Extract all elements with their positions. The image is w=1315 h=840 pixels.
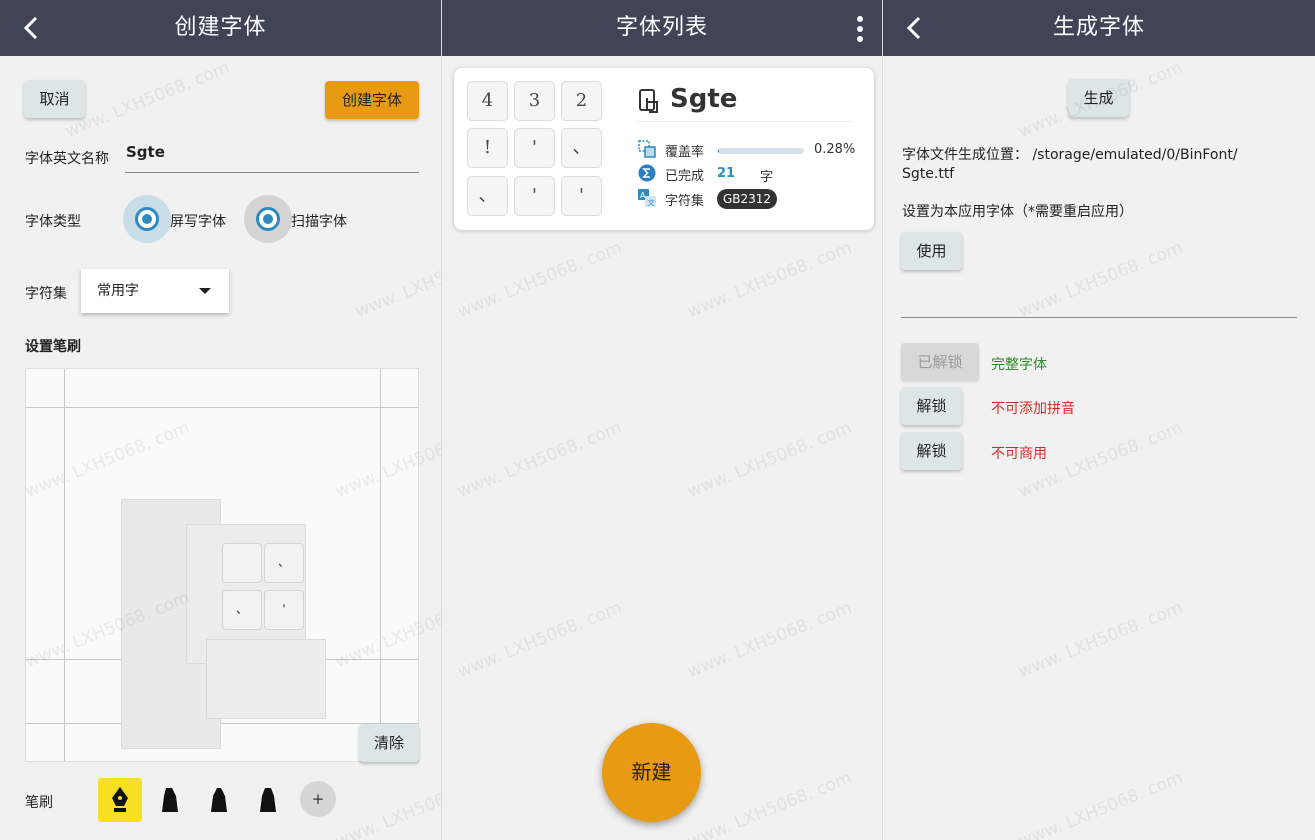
radio-scan[interactable]: [244, 195, 292, 243]
font-card[interactable]: 4 3 2 ! ' 、 、 ' ' Sgte 覆盖率 0.28% 已完成 21 …: [454, 68, 874, 230]
canvas-tile[interactable]: ': [264, 590, 304, 630]
charset-value: 常用字: [97, 283, 139, 299]
drawing-canvas[interactable]: 、 、 ': [25, 368, 419, 762]
output-path-filename: Sgte.ttf: [902, 166, 955, 182]
coverage-value: 0.28%: [814, 142, 856, 157]
charset-label: 字符集: [25, 286, 67, 302]
canvas-tile[interactable]: 、: [222, 590, 262, 630]
glyph-tile: 4: [467, 81, 508, 121]
page-title: 生成字体: [1052, 15, 1145, 40]
app-bar: 生成字体: [883, 0, 1315, 56]
glyph-tile: ': [561, 176, 602, 216]
set-app-font-text: 设置为本应用字体（*需要重启应用）: [902, 204, 1133, 220]
svg-text:文: 文: [648, 198, 655, 207]
font-name-label: 字体英文名称: [25, 151, 109, 167]
section-divider: [901, 317, 1297, 318]
radio-selected-icon: [135, 207, 159, 231]
coverage-label: 覆盖率: [665, 145, 705, 160]
use-font-button[interactable]: 使用: [901, 232, 962, 270]
page-title: 字体列表: [615, 15, 708, 40]
canvas-tile[interactable]: 、: [264, 543, 304, 583]
translate-icon: A文: [638, 189, 656, 207]
new-font-button[interactable]: 新建: [602, 723, 701, 822]
watermark: www. LXH5068. com: [454, 237, 625, 323]
coverage-progress-bar: [718, 148, 804, 154]
brush-fountain-pen[interactable]: [98, 778, 142, 822]
watermark: www. LXH5068. com: [62, 57, 233, 143]
watermark: www. LXH5068. com: [1015, 597, 1186, 683]
font-type-label: 字体类型: [25, 214, 81, 230]
marker-icon: [260, 788, 276, 812]
unlock-pinyin-button[interactable]: 解锁: [901, 387, 962, 425]
dropdown-caret-icon: [199, 288, 211, 294]
charset-label: 字符集: [665, 194, 705, 209]
pinyin-restriction-text: 不可添加拼音: [991, 401, 1075, 417]
marker-icon: [211, 788, 227, 812]
create-font-screen: 创建字体 取消 创建字体 字体英文名称 Sgte 字体类型 屏写字体 扫描字体 …: [0, 0, 441, 840]
page-title: 创建字体: [174, 15, 267, 40]
app-bar: 字体列表: [442, 0, 882, 56]
watermark: www. LXH5068. com: [454, 417, 625, 503]
brush-marker-2[interactable]: [197, 778, 241, 822]
radio-scan-label: 扫描字体: [291, 214, 347, 230]
glyph-tile: ': [514, 176, 555, 216]
radio-handwrite[interactable]: [123, 195, 171, 243]
brush-marker-1[interactable]: [148, 778, 192, 822]
brush-settings-label: 设置笔刷: [25, 339, 81, 355]
unlocked-button: 已解锁: [901, 343, 979, 381]
charset-badge: GB2312: [717, 189, 778, 209]
done-count: 21: [717, 166, 736, 181]
fountain-pen-icon: [112, 787, 128, 812]
watermark: www. LXH5068. com: [1015, 767, 1186, 840]
glyph-tile: 、: [467, 176, 508, 216]
more-vert-icon[interactable]: [856, 16, 864, 42]
clear-button[interactable]: 清除: [359, 724, 419, 762]
output-path-text: 字体文件生成位置： /storage/emulated/0/BinFont/: [902, 147, 1238, 163]
brush-label: 笔刷: [25, 795, 53, 811]
glyph-tile: 、: [561, 128, 602, 168]
touch-font-icon: [639, 89, 658, 113]
font-name-input[interactable]: Sgte: [125, 140, 419, 173]
done-unit: 字: [760, 170, 774, 185]
full-font-status: 完整字体: [991, 357, 1047, 373]
marker-icon: [162, 788, 178, 812]
unlock-commercial-button[interactable]: 解锁: [901, 432, 962, 470]
commercial-restriction-text: 不可商用: [991, 446, 1047, 462]
watermark: www. LXH5068. com: [1015, 237, 1186, 323]
watermark: www. LXH5068. com: [684, 767, 855, 840]
generate-button[interactable]: 生成: [1068, 79, 1129, 117]
done-label: 已完成: [665, 169, 705, 184]
sigma-icon: [638, 164, 656, 182]
radio-selected-icon: [256, 207, 280, 231]
glyph-tile: 3: [514, 81, 555, 121]
radio-handwrite-label: 屏写字体: [170, 214, 226, 230]
app-bar: 创建字体: [0, 0, 441, 56]
watermark: www. LXH5068. com: [352, 238, 441, 323]
watermark: www. LXH5068. com: [684, 237, 855, 323]
generate-font-screen: 生成字体 生成 字体文件生成位置： /storage/emulated/0/Bi…: [883, 0, 1315, 840]
watermark: www. LXH5068. com: [454, 597, 625, 683]
create-font-button[interactable]: 创建字体: [325, 81, 419, 119]
cancel-button[interactable]: 取消: [24, 80, 85, 118]
glyph-tile: ': [514, 128, 555, 168]
watermark: www. LXH5068. com: [684, 417, 855, 503]
add-brush-button[interactable]: +: [300, 781, 336, 817]
brush-marker-3[interactable]: [246, 778, 290, 822]
glyph-tile: !: [467, 128, 508, 168]
watermark: www. LXH5068. com: [332, 768, 441, 840]
canvas-tile[interactable]: [222, 543, 262, 583]
font-name: Sgte: [670, 84, 738, 114]
watermark: www. LXH5068. com: [684, 597, 855, 683]
font-list-screen: 字体列表 4 3 2 ! ' 、 、 ' ' Sgte 覆盖率 0.28% 已完…: [442, 0, 882, 840]
charset-dropdown[interactable]: 常用字: [81, 269, 229, 313]
glyph-tile: 2: [561, 81, 602, 121]
coverage-icon: [638, 140, 656, 158]
